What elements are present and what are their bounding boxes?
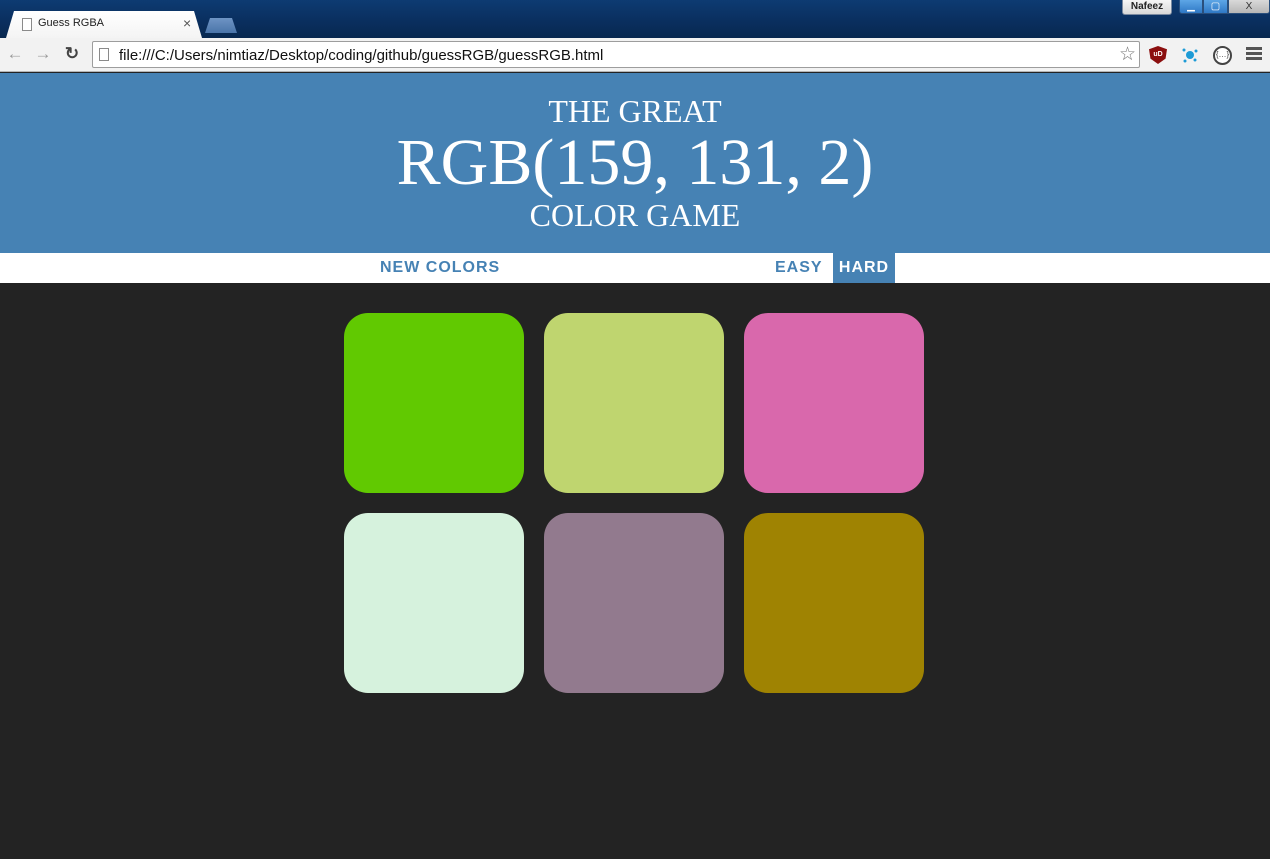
color-square[interactable]: [344, 313, 524, 493]
minimize-button[interactable]: ▁: [1179, 0, 1203, 14]
browser-toolbar: ← → ↻ file:///C:/Users/nimtiaz/Desktop/c…: [0, 38, 1270, 72]
page-document-icon: [99, 48, 109, 61]
reload-icon[interactable]: ↻: [62, 44, 82, 64]
title-line-color-game: COLOR GAME: [529, 197, 741, 233]
close-window-button[interactable]: X: [1228, 0, 1270, 14]
color-square[interactable]: [344, 513, 524, 693]
maximize-button[interactable]: ▢: [1203, 0, 1228, 14]
new-colors-button[interactable]: NEW COLORS: [375, 253, 505, 283]
new-tab-button[interactable]: [205, 18, 237, 33]
control-stripe: NEW COLORS EASY HARD: [0, 253, 1270, 283]
profile-badge[interactable]: Nafeez: [1122, 0, 1172, 15]
game-header: THE GREAT RGB(159, 131, 2) COLOR GAME: [0, 73, 1270, 253]
color-square[interactable]: [544, 313, 724, 493]
color-square[interactable]: [744, 513, 924, 693]
color-square[interactable]: [744, 313, 924, 493]
game-page: THE GREAT RGB(159, 131, 2) COLOR GAME NE…: [0, 73, 1270, 859]
document-icon: [22, 18, 32, 31]
network-extension-icon[interactable]: [1181, 46, 1199, 64]
rgb-target-display: RGB(159, 131, 2): [396, 126, 874, 199]
back-arrow-icon[interactable]: ←: [5, 44, 25, 64]
tab-close-icon[interactable]: ×: [183, 15, 191, 31]
result-message: [520, 253, 750, 283]
tab-title: Guess RGBA: [38, 17, 105, 29]
address-bar[interactable]: file:///C:/Users/nimtiaz/Desktop/coding/…: [92, 41, 1140, 68]
address-url[interactable]: file:///C:/Users/nimtiaz/Desktop/coding/…: [119, 47, 603, 64]
ublock-extension-icon[interactable]: uD: [1149, 46, 1167, 64]
hard-mode-button[interactable]: HARD: [833, 253, 895, 283]
easy-mode-button[interactable]: EASY: [770, 253, 828, 283]
browser-menu-icon[interactable]: [1246, 47, 1262, 63]
forward-arrow-icon[interactable]: →: [33, 44, 53, 64]
color-square[interactable]: [544, 513, 724, 693]
json-extension-icon[interactable]: {…}: [1213, 46, 1232, 65]
browser-tab[interactable]: Guess RGBA ×: [6, 11, 202, 38]
bookmark-star-icon[interactable]: ☆: [1119, 43, 1136, 66]
browser-titlebar: Guess RGBA × Nafeez ▁ ▢ X: [0, 0, 1270, 38]
